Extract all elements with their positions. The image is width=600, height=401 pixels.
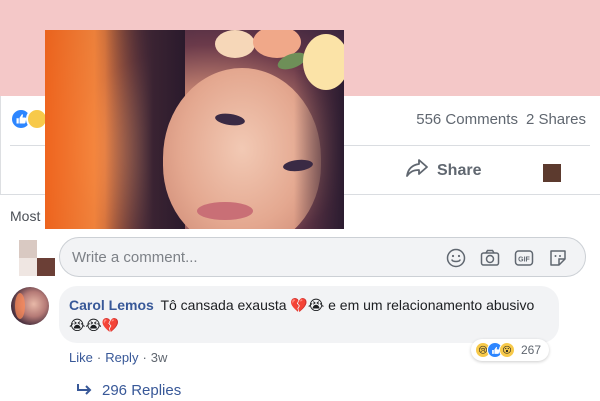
sticker-icon[interactable] bbox=[547, 247, 569, 269]
emoji-icon[interactable] bbox=[445, 247, 467, 269]
share-button[interactable]: Share bbox=[406, 158, 481, 183]
flower-crown bbox=[215, 30, 255, 58]
composer-icons: GIF bbox=[445, 247, 569, 269]
comment-reactions[interactable]: 😢 😮 267 bbox=[471, 339, 550, 361]
camera-icon[interactable] bbox=[479, 247, 501, 269]
share-label: Share bbox=[437, 161, 482, 179]
separator: · bbox=[96, 350, 102, 365]
replies-count: 296 Replies bbox=[102, 382, 182, 399]
commenter-avatar[interactable] bbox=[11, 287, 49, 325]
hair bbox=[294, 70, 344, 229]
share-icon bbox=[406, 158, 428, 183]
post-reactions[interactable] bbox=[10, 108, 48, 130]
wow-reaction-icon: 😮 bbox=[499, 342, 515, 358]
thumbnail[interactable] bbox=[543, 164, 561, 182]
svg-text:GIF: GIF bbox=[518, 257, 530, 264]
reply-arrow-icon bbox=[76, 382, 92, 399]
reply-link[interactable]: Reply bbox=[105, 350, 138, 365]
comment-composer: GIF bbox=[59, 237, 586, 277]
comment-time[interactable]: 3w bbox=[151, 350, 168, 365]
comment-actions: Like · Reply · 3w bbox=[69, 350, 167, 365]
post-counts: 556 Comments 2 Shares bbox=[416, 111, 586, 128]
comment-bubble: Carol Lemos Tô cansada exausta 💔😭 e em u… bbox=[59, 286, 559, 343]
avatar[interactable] bbox=[19, 240, 55, 276]
flower-crown bbox=[303, 34, 344, 90]
view-replies-link[interactable]: 296 Replies bbox=[76, 382, 181, 399]
separator: · bbox=[142, 350, 147, 365]
comment-input[interactable] bbox=[72, 238, 432, 276]
lips bbox=[197, 202, 253, 220]
shares-count[interactable]: 2 Shares bbox=[526, 111, 586, 128]
comments-count[interactable]: 556 Comments bbox=[416, 111, 518, 128]
reaction-count: 267 bbox=[521, 343, 542, 357]
comment-text-block: Carol Lemos Tô cansada exausta 💔😭 e em u… bbox=[69, 295, 539, 335]
like-link[interactable]: Like bbox=[69, 350, 93, 365]
gif-icon[interactable]: GIF bbox=[513, 247, 535, 269]
profile-photo-overlay bbox=[45, 30, 344, 229]
comment-sort-dropdown[interactable]: Most bbox=[10, 208, 40, 224]
comment-author[interactable]: Carol Lemos bbox=[69, 297, 154, 313]
